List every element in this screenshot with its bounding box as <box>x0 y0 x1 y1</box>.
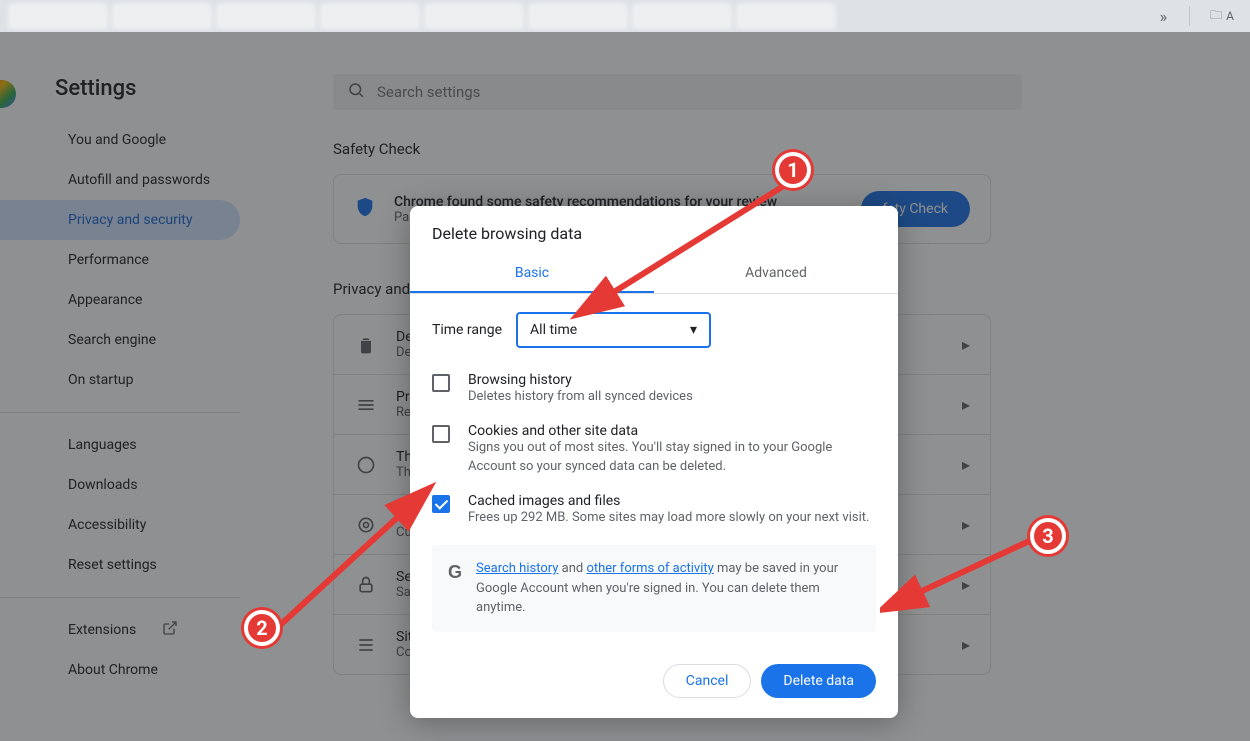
browser-tab[interactable] <box>112 3 212 29</box>
browser-tab[interactable] <box>528 3 628 29</box>
google-logo-icon: G <box>448 559 462 618</box>
google-account-info: G Search history and other forms of acti… <box>432 545 876 632</box>
dialog-title: Delete browsing data <box>410 206 898 245</box>
checkbox[interactable] <box>432 495 450 513</box>
time-range-select[interactable]: All time ▾ <box>516 312 711 348</box>
browser-tab[interactable] <box>8 3 108 29</box>
browser-tab[interactable] <box>320 3 420 29</box>
search-history-link[interactable]: Search history <box>476 561 558 576</box>
chevron-down-icon: ▾ <box>690 322 697 338</box>
divider <box>1189 6 1190 26</box>
bookmark-folder[interactable]: 🗀 A <box>1202 6 1242 27</box>
delete-data-button[interactable]: Delete data <box>761 664 876 698</box>
browser-tab[interactable] <box>736 3 836 29</box>
folder-label: A <box>1226 9 1234 23</box>
time-range-value: All time <box>530 322 577 338</box>
annotation-marker-2: 2 <box>244 610 280 646</box>
tab-overflow-button[interactable]: » <box>1150 7 1178 26</box>
tab-basic[interactable]: Basic <box>410 255 654 293</box>
option-sub: Deletes history from all synced devices <box>468 388 876 407</box>
browser-tab[interactable] <box>632 3 732 29</box>
option-cached-images[interactable]: Cached images and files Frees up 292 MB.… <box>432 485 876 536</box>
checkbox[interactable] <box>432 425 450 443</box>
browser-tab-strip: » 🗀 A <box>0 0 1250 32</box>
option-sub: Frees up 292 MB. Some sites may load mor… <box>468 509 876 528</box>
dialog-tabs: Basic Advanced <box>410 255 898 294</box>
tab-advanced[interactable]: Advanced <box>654 255 898 293</box>
time-range-label: Time range <box>432 322 502 338</box>
info-text: and <box>558 561 586 576</box>
delete-browsing-data-dialog: Delete browsing data Basic Advanced Time… <box>410 206 898 718</box>
folder-icon: 🗀 <box>1210 6 1222 27</box>
app-body: Settings You and Google Autofill and pas… <box>0 32 1250 741</box>
option-title: Cached images and files <box>468 493 876 509</box>
option-browsing-history[interactable]: Browsing history Deletes history from al… <box>432 364 876 415</box>
option-title: Cookies and other site data <box>468 423 876 439</box>
cancel-button[interactable]: Cancel <box>663 664 752 698</box>
option-sub: Signs you out of most sites. You'll stay… <box>468 439 876 477</box>
checkbox[interactable] <box>432 374 450 392</box>
annotation-marker-3: 3 <box>1030 518 1066 554</box>
option-title: Browsing history <box>468 372 876 388</box>
browser-tab[interactable] <box>216 3 316 29</box>
option-cookies[interactable]: Cookies and other site data Signs you ou… <box>432 415 876 485</box>
other-activity-link[interactable]: other forms of activity <box>586 561 713 576</box>
annotation-marker-1: 1 <box>775 152 811 188</box>
browser-tab[interactable] <box>424 3 524 29</box>
